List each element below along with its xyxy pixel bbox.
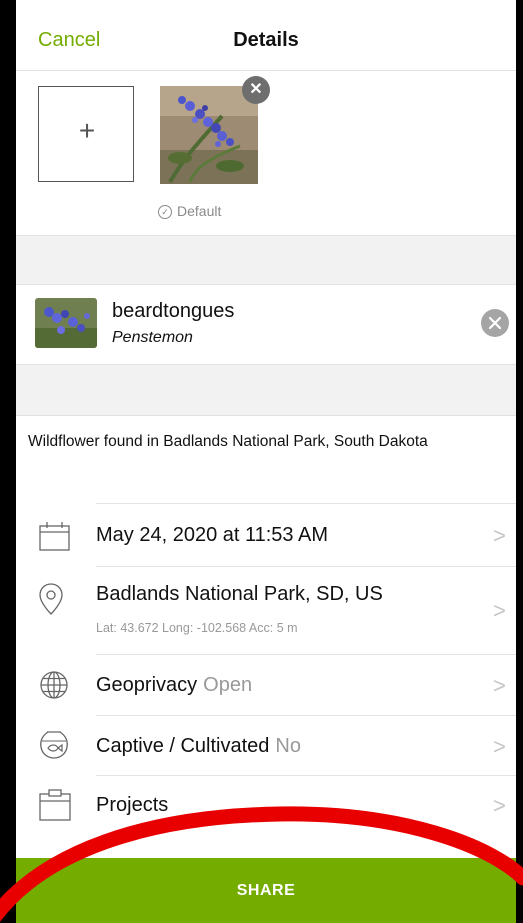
observation-photo[interactable]	[160, 86, 258, 184]
chevron-right-icon: >	[493, 673, 506, 698]
details-screen: Cancel Details + ✕ ✓ Default beardtongue…	[16, 0, 516, 923]
location-row[interactable]: Badlands National Park, SD, US Lat: 43.6…	[16, 566, 516, 654]
geoprivacy-row[interactable]: Geoprivacy Open >	[16, 654, 516, 715]
location-pin-icon	[39, 583, 63, 615]
date-row[interactable]: May 24, 2020 at 11:53 AM >	[16, 503, 516, 566]
taxon-common-name: beardtongues	[112, 300, 235, 322]
date-text: May 24, 2020 at 11:53 AM	[96, 524, 329, 546]
chevron-right-icon: >	[493, 598, 506, 623]
chevron-right-icon: >	[493, 734, 506, 759]
check-circle-icon: ✓	[158, 205, 172, 219]
row-divider	[96, 775, 516, 776]
clear-taxon-button[interactable]	[481, 309, 509, 337]
section-spacer	[16, 235, 516, 285]
row-divider	[96, 566, 516, 567]
taxon-scientific-name: Penstemon	[112, 329, 193, 346]
location-coordinates: Lat: 43.672 Long: -102.568 Acc: 5 m	[96, 621, 298, 635]
clipboard-icon	[39, 789, 71, 821]
nav-bar: Cancel Details	[16, 0, 516, 71]
calendar-icon	[39, 522, 70, 551]
location-name: Badlands National Park, SD, US	[96, 583, 383, 605]
row-divider	[96, 654, 516, 655]
captive-row[interactable]: Captive / Cultivated No >	[16, 715, 516, 775]
projects-row[interactable]: Projects >	[16, 775, 516, 835]
captive-text: Captive / Cultivated No	[96, 735, 301, 758]
share-button[interactable]: SHARE	[16, 858, 516, 923]
chevron-right-icon: >	[493, 793, 506, 818]
taxon-row[interactable]: beardtongues Penstemon	[16, 284, 516, 364]
projects-label: Projects	[96, 794, 169, 816]
geoprivacy-value: Open	[203, 674, 253, 696]
row-divider	[96, 715, 516, 716]
fishbowl-icon	[40, 731, 68, 759]
row-divider	[96, 503, 516, 504]
section-spacer	[16, 364, 516, 416]
chevron-right-icon: >	[493, 523, 506, 548]
geoprivacy-label: Geoprivacy	[96, 674, 198, 696]
plus-icon: +	[78, 115, 96, 146]
default-photo-label[interactable]: ✓ Default	[158, 203, 221, 219]
taxon-photo-image	[35, 298, 97, 348]
close-icon	[488, 316, 502, 330]
geoprivacy-text: Geoprivacy Open	[96, 674, 252, 697]
add-photo-button[interactable]: +	[38, 86, 134, 182]
remove-photo-button[interactable]: ✕	[242, 76, 270, 104]
globe-icon	[40, 671, 68, 699]
captive-value: No	[275, 735, 301, 757]
captive-label: Captive / Cultivated	[96, 735, 270, 757]
observation-description[interactable]: Wildflower found in Badlands National Pa…	[28, 432, 498, 452]
taxon-thumbnail	[35, 298, 97, 348]
page-title: Details	[233, 29, 299, 51]
flower-photo-image	[160, 86, 258, 184]
